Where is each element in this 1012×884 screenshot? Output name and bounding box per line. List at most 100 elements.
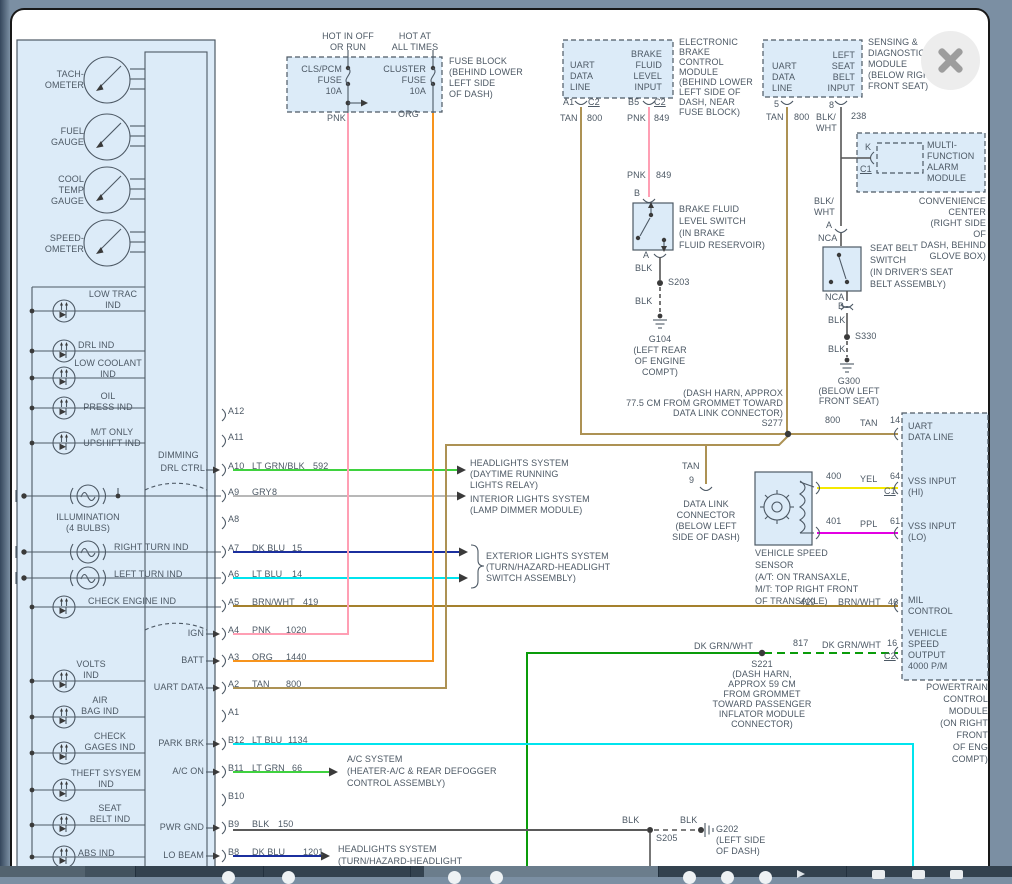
s277-wire: TAN (860, 418, 878, 429)
pin-label: A9 (228, 487, 239, 498)
diagram-viewer: { "cluster": { "gauges": ["TACH-\nOMETER… (0, 0, 1012, 877)
vss-c1: C1 (884, 486, 896, 497)
taskbar-icon[interactable] (448, 871, 461, 884)
wire-ckt: 150 (278, 819, 293, 830)
pcm-pin46-fn: MIL CONTROL (908, 595, 953, 617)
vss-w1: YEL (860, 474, 877, 485)
fuse-wire1: PNK (327, 113, 346, 124)
sdm-w1: TAN (766, 112, 784, 123)
ind-label: LOW TRAC IND (89, 289, 137, 311)
s221-ckt: 817 (793, 638, 808, 649)
vss-p2: 61 (890, 516, 900, 527)
fuse-wire2: ORG (398, 109, 419, 120)
sdm-pin1: 5 (774, 99, 779, 110)
fuse-rating-label: HOT IN OFF OR RUN (322, 31, 374, 53)
s277-splice (785, 431, 791, 437)
gauge-label-speedometer: SPEED- OMETER (45, 233, 84, 255)
taskbar-icon[interactable] (282, 871, 295, 884)
wire-ckt: 15 (292, 543, 302, 554)
pcm-pin64-fn: VSS INPUT (HI) (908, 476, 956, 498)
fn-label-acon: A/C ON (172, 766, 204, 777)
ebcm-pin1: A1 (563, 97, 574, 108)
wire-color: TAN (252, 679, 270, 690)
sdm-pin2-fn: LEFT SEAT BELT INPUT (828, 50, 856, 94)
dest-a10: HEADLIGHTS SYSTEM (DAYTIME RUNNING LIGHT… (470, 458, 569, 491)
s221-conn: C2 (884, 651, 896, 662)
fn-label-pwrgnd: PWR GND (160, 822, 204, 833)
ebcm-pin1-fn: UART DATA LINE (570, 60, 595, 93)
taskbar-icon[interactable] (490, 871, 503, 884)
mil-pin: 46 (888, 597, 898, 608)
vss-w2: PPL (860, 519, 877, 530)
wire-color: PNK (252, 625, 271, 636)
sdm-pin1-fn: UART DATA LINE (772, 61, 797, 94)
brake-blk2: BLK (635, 296, 652, 307)
belt-wire: BLK/ WHT (814, 196, 835, 218)
taskbar-icon[interactable] (912, 870, 925, 879)
wire-color: LT BLU (252, 735, 282, 746)
wire-color: ORG (252, 652, 273, 663)
pcm-pin14-fn: UART DATA LINE (908, 421, 954, 443)
taskbar-icon[interactable] (683, 871, 696, 884)
ind-label: ABS IND (78, 848, 115, 859)
taskbar-icon[interactable] (759, 871, 772, 884)
s277-ckt: 800 (825, 415, 840, 426)
wire-color: BLK (252, 819, 269, 830)
wire-ckt: 800 (286, 679, 301, 690)
pin-label: A4 (228, 625, 239, 636)
brake-ckt: 849 (656, 170, 671, 181)
ebcm-k1: 800 (587, 113, 602, 124)
s221-wire-left: DK GRN/WHT (694, 641, 753, 652)
wire-ebcm-tan (581, 107, 786, 434)
dlc-label: DATA LINK CONNECTOR (BELOW LEFT SIDE OF … (672, 499, 740, 543)
taskbar-icon[interactable] (872, 870, 885, 879)
ebcm-pin2: B5 (628, 97, 639, 108)
belt-splice: S330 (855, 331, 876, 342)
taskbar[interactable] (0, 866, 1012, 877)
dlc-connector (700, 487, 712, 491)
pin-label: B9 (228, 819, 239, 830)
vehicle-speed-sensor (755, 472, 820, 545)
ind-label: AIR BAG IND (81, 695, 119, 717)
taskbar-segment (0, 866, 85, 877)
illumination-label: ILLUMINATION (4 BULBS) (56, 512, 120, 534)
vss-p1: 64 (890, 471, 900, 482)
wire-color: GRY (252, 487, 272, 498)
taskbar-divider (135, 866, 136, 877)
brake-blk1: BLK (635, 263, 652, 274)
brake-pin-a: A (643, 250, 649, 261)
pin-label: B8 (228, 847, 239, 858)
fn-label-ign: IGN (188, 628, 204, 639)
wire-color: LT GRN/BLK (252, 461, 305, 472)
wire-ckt: 8 (272, 487, 277, 498)
wire-ckt: 14 (292, 569, 302, 580)
pin-label: A6 (228, 569, 239, 580)
pin-label: A8 (228, 514, 239, 525)
fuse-block-note: FUSE BLOCK (BEHIND LOWER LEFT SIDE OF DA… (449, 56, 523, 100)
ebcm-w1: TAN (560, 113, 578, 124)
taskbar-icon[interactable] (721, 871, 734, 884)
ind-label: THEFT SYSYEM IND (71, 768, 141, 790)
s221-pin: 16 (887, 638, 897, 649)
vss-k1: 400 (826, 471, 841, 482)
taskbar-icon[interactable] (222, 871, 235, 884)
ebcm-k2: 849 (654, 113, 669, 124)
sdm-k1: 800 (794, 112, 809, 123)
s277-pin: 14 (890, 415, 900, 426)
brake-pin-b: B (634, 188, 640, 199)
belt-blk2: BLK (828, 344, 845, 355)
drl-ctrl-label: DRL CTRL (161, 463, 205, 474)
right-turn-label: RIGHT TURN IND (114, 542, 189, 553)
taskbar-icon[interactable] (950, 870, 963, 879)
pin-label: A11 (228, 432, 244, 443)
ebcm-pin1-conn: C2 (588, 97, 600, 108)
s221-note: S221 (DASH HARN, APPROX 59 CM FROM GROMM… (713, 659, 812, 729)
fn-label-parkbrk: PARK BRK (158, 738, 204, 749)
left-turn-label: LEFT TURN IND (114, 569, 182, 580)
dest-b8: HEADLIGHTS SYSTEM (TURN/HAZARD-HEADLIGHT (338, 843, 462, 867)
wire-color: DK BLU (252, 543, 285, 554)
belt-pin-b: B (838, 301, 844, 312)
close-button[interactable] (921, 31, 980, 90)
g202-blk1: BLK (622, 815, 639, 826)
pcm-label: POWERTRAIN CONTROL MODULE (ON RIGHT FRON… (926, 681, 988, 765)
